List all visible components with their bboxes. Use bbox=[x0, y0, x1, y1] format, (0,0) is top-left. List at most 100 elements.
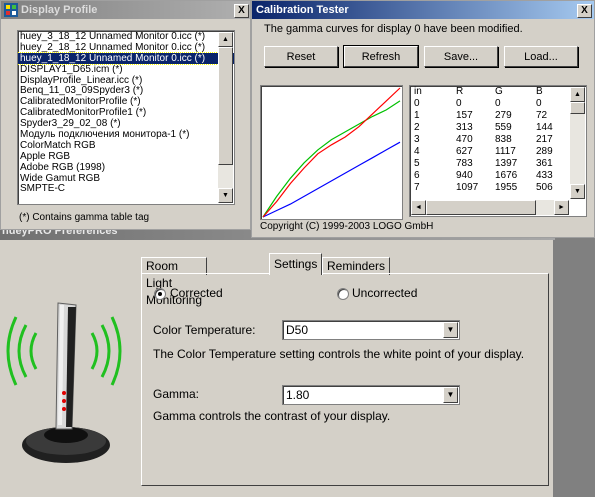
calibration-tester-title: Calibration Tester bbox=[256, 4, 349, 16]
list-item[interactable]: DisplayProfile_Linear.icc (*) bbox=[18, 75, 234, 86]
table-cell: 0 bbox=[414, 98, 420, 109]
copyright-text: Copyright (C) 1999-2003 LOGO GmbH bbox=[260, 221, 434, 232]
profile-list-scrollbar[interactable]: ▲ ▼ bbox=[218, 32, 233, 203]
list-item[interactable]: Spyder3_29_02_08 (*) bbox=[18, 118, 234, 129]
close-icon[interactable]: X bbox=[234, 4, 249, 18]
scroll-left-icon[interactable]: ◄ bbox=[411, 200, 426, 215]
gamma-curve-graph bbox=[260, 85, 403, 220]
uncorrected-radio[interactable] bbox=[337, 288, 349, 300]
table-row[interactable]: 6 940 1676 433 bbox=[410, 170, 586, 182]
table-cell: 0 bbox=[456, 98, 462, 109]
table-cell: 72 bbox=[536, 110, 548, 121]
gamma-table-rows: 0 0 0 0 1 157 279 72 2 313 559 144 3 470 838 217 4 627 111… bbox=[410, 98, 586, 194]
list-item[interactable]: DISPLAY1_D65.icm (*) bbox=[18, 64, 234, 75]
table-row[interactable]: 5 783 1397 361 bbox=[410, 158, 586, 170]
gamma-tag-footnote: (*) Contains gamma table tag bbox=[19, 212, 150, 223]
scroll-thumb[interactable] bbox=[426, 200, 536, 215]
reset-button[interactable]: Reset bbox=[264, 46, 338, 67]
red-gamma-curve bbox=[262, 87, 401, 218]
table-cell: 1097 bbox=[456, 182, 479, 193]
table-cell: 1117 bbox=[495, 146, 516, 157]
column-header-b: B bbox=[536, 86, 543, 97]
list-item[interactable]: Wide Gamut RGB bbox=[18, 173, 234, 184]
profile-list-items: huey_3_18_12 Unnamed Monitor 0.icc (*) hu… bbox=[18, 31, 234, 194]
calibration-tester-window: Calibration Tester X The gamma curves fo… bbox=[251, 0, 595, 238]
gamma-description: Gamma controls the contrast of your disp… bbox=[153, 409, 391, 423]
list-item[interactable]: SMPTE-C bbox=[18, 183, 234, 195]
table-row[interactable]: 4 627 1117 289 bbox=[410, 146, 586, 158]
table-row[interactable]: 0 0 0 0 bbox=[410, 98, 586, 110]
huey-preferences-window: hueyPRO Preferences Room Light Monitorin… bbox=[0, 223, 555, 497]
list-item[interactable]: Модуль подключения монитора-1 (*) bbox=[18, 129, 234, 140]
color-temperature-label: Color Temperature: bbox=[153, 323, 256, 337]
gamma-table-header: in R G B bbox=[410, 86, 586, 98]
table-cell: 559 bbox=[495, 122, 512, 133]
chevron-down-icon[interactable]: ▼ bbox=[443, 387, 458, 403]
table-cell: 627 bbox=[456, 146, 473, 157]
color-temperature-select[interactable]: D50 ▼ bbox=[282, 320, 460, 340]
table-cell: 2 bbox=[414, 122, 420, 133]
list-item[interactable]: ColorMatch RGB bbox=[18, 140, 234, 151]
save-button[interactable]: Save... bbox=[424, 46, 498, 67]
list-item[interactable]: CalibratedMonitorProfile1 (*) bbox=[18, 107, 234, 118]
list-item[interactable]: Adobe RGB (1998) bbox=[18, 162, 234, 173]
list-item[interactable]: Apple RGB bbox=[18, 151, 234, 162]
uncorrected-label[interactable]: Uncorrected bbox=[352, 286, 417, 300]
gamma-select[interactable]: 1.80 ▼ bbox=[282, 385, 460, 405]
tab-settings[interactable]: Settings bbox=[269, 253, 323, 275]
blue-gamma-curve bbox=[262, 141, 401, 218]
list-item[interactable]: CalibratedMonitorProfile (*) bbox=[18, 96, 234, 107]
display-profile-title-bar[interactable]: Display Profile X bbox=[1, 1, 250, 19]
scroll-up-icon[interactable]: ▲ bbox=[218, 32, 233, 47]
table-cell: 289 bbox=[536, 146, 553, 157]
settings-panel: Corrected Uncorrected Color Temperature:… bbox=[141, 273, 549, 486]
list-item[interactable]: huey_3_18_12 Unnamed Monitor 0.icc (*) bbox=[18, 31, 234, 42]
chevron-down-icon[interactable]: ▼ bbox=[443, 322, 458, 338]
green-gamma-curve bbox=[262, 100, 401, 218]
gamma-table[interactable]: in R G B 0 0 0 0 1 157 279 72 2 313 559 144 3 470 838 2… bbox=[409, 85, 587, 217]
refresh-button[interactable]: Refresh bbox=[343, 45, 419, 68]
list-item[interactable]: Benq_11_03_09Spyder3 (*) bbox=[18, 85, 234, 97]
scroll-down-icon[interactable]: ▼ bbox=[570, 184, 585, 199]
column-header-r: R bbox=[456, 86, 464, 97]
table-cell: 1955 bbox=[495, 182, 518, 193]
corrected-radio[interactable] bbox=[154, 288, 166, 300]
table-cell: 1676 bbox=[495, 170, 518, 181]
list-item[interactable]: huey_1_18_12 Unnamed Monitor 0.icc (*) bbox=[18, 51, 234, 65]
table-cell: 1 bbox=[414, 110, 420, 121]
gamma-table-hscrollbar[interactable]: ◄ ► bbox=[411, 200, 569, 215]
table-row[interactable]: 1 157 279 72 bbox=[410, 110, 586, 122]
calibration-tester-title-bar[interactable]: Calibration Tester X bbox=[252, 1, 594, 19]
table-cell: 144 bbox=[536, 122, 553, 133]
table-cell: 940 bbox=[456, 170, 473, 181]
scroll-down-icon[interactable]: ▼ bbox=[218, 188, 233, 203]
load-button[interactable]: Load... bbox=[504, 46, 578, 67]
gamma-table-vscrollbar[interactable]: ▲ ▼ bbox=[570, 87, 585, 199]
list-item[interactable]: huey_2_18_12 Unnamed Monitor 0.icc (*) bbox=[18, 42, 234, 53]
scroll-right-icon[interactable]: ► bbox=[554, 200, 569, 215]
corrected-label[interactable]: Corrected bbox=[170, 286, 223, 300]
table-cell: 5 bbox=[414, 158, 420, 169]
table-row[interactable]: 3 470 838 217 bbox=[410, 134, 586, 146]
table-row[interactable]: 2 313 559 144 bbox=[410, 122, 586, 134]
table-cell: 0 bbox=[495, 98, 501, 109]
color-temperature-description: The Color Temperature setting controls t… bbox=[153, 347, 525, 361]
profile-list[interactable]: huey_3_18_12 Unnamed Monitor 0.icc (*) hu… bbox=[17, 30, 235, 205]
table-cell: 313 bbox=[456, 122, 473, 133]
huey-colorimeter-icon bbox=[6, 302, 122, 463]
gamma-curves bbox=[262, 87, 401, 218]
status-message: The gamma curves for display 0 have been… bbox=[264, 23, 523, 35]
column-header-g: G bbox=[495, 86, 503, 97]
table-cell: 0 bbox=[536, 98, 542, 109]
gamma-value: 1.80 bbox=[286, 388, 310, 402]
table-cell: 7 bbox=[414, 182, 420, 193]
table-cell: 157 bbox=[456, 110, 473, 121]
display-profile-app-icon bbox=[4, 3, 18, 17]
scroll-up-icon[interactable]: ▲ bbox=[570, 87, 585, 102]
scroll-thumb[interactable] bbox=[218, 47, 233, 165]
gamma-label: Gamma: bbox=[153, 387, 200, 401]
close-icon[interactable]: X bbox=[577, 4, 592, 18]
table-row[interactable]: 7 1097 1955 506 bbox=[410, 182, 586, 194]
display-profile-window: Display Profile X huey_3_18_12 Unnamed M… bbox=[0, 0, 251, 230]
scroll-thumb[interactable] bbox=[570, 102, 585, 114]
